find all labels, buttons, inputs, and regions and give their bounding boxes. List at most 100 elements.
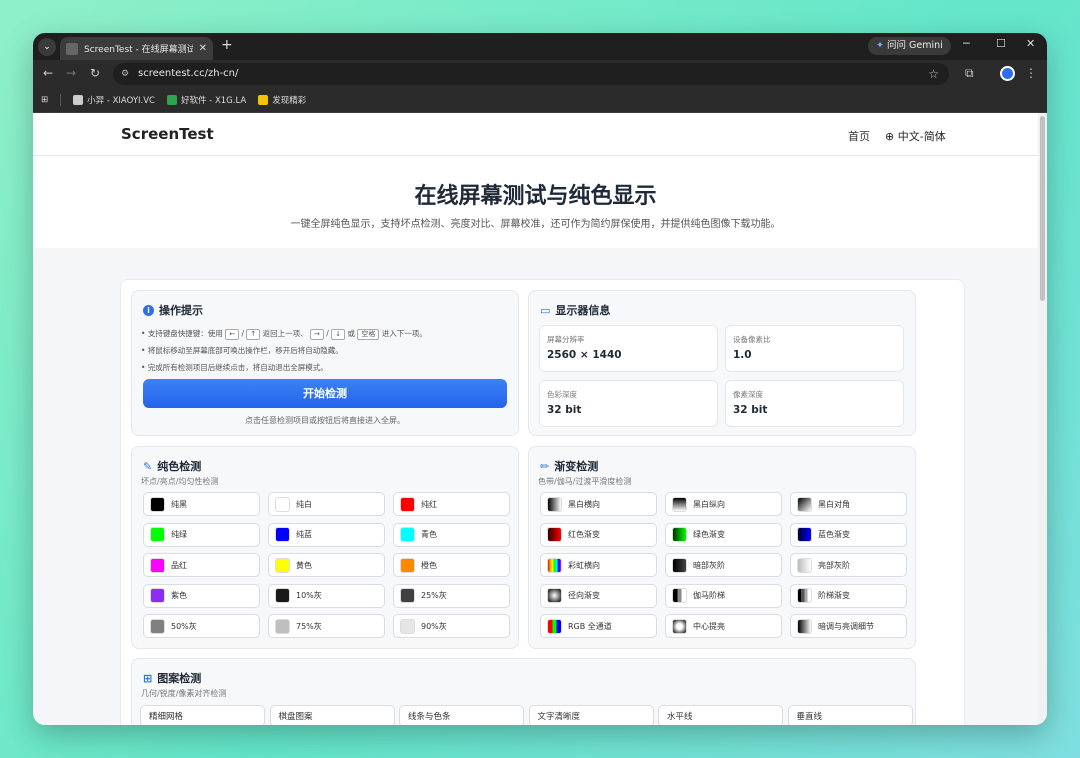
monitor-icon: ▭: [540, 303, 551, 317]
reload-icon[interactable]: ↻: [90, 66, 100, 80]
language-selector[interactable]: ⊕ 中文-简体: [885, 128, 946, 144]
gradient-button[interactable]: 绿色渐变: [665, 522, 782, 547]
bookmark-item[interactable]: 发现精彩: [258, 94, 306, 106]
solid-color-button[interactable]: 90%灰: [393, 614, 510, 638]
bookmark-favicon-icon: [258, 95, 269, 105]
new-tab-icon[interactable]: +: [221, 37, 233, 53]
bookmarks-bar: ⊞ 小羿 - XIAOYI.VC 好软件 - X1G.LA 发现精彩: [33, 88, 1047, 113]
solid-color-button[interactable]: 50%灰: [143, 614, 260, 638]
solid-color-button[interactable]: 纯蓝: [268, 522, 385, 547]
solid-color-button[interactable]: 紫色: [143, 583, 260, 608]
gemini-button[interactable]: ✦ 问问 Gemini: [868, 37, 951, 55]
solid-color-label: 黄色: [296, 560, 312, 570]
gradient-button[interactable]: 径向渐变: [540, 583, 657, 608]
solid-color-label: 10%灰: [296, 591, 322, 600]
gradient-button[interactable]: 彩虹横向: [540, 553, 657, 577]
solid-color-swatch: [400, 618, 415, 634]
pattern-button[interactable]: 精细网格: [140, 705, 265, 725]
close-tab-icon[interactable]: ✕: [199, 43, 207, 54]
globe-icon: ⊕: [885, 130, 895, 143]
bookmark-item[interactable]: 小羿 - XIAOYI.VC: [73, 94, 155, 106]
gradient-button[interactable]: 亮部灰阶: [790, 553, 907, 577]
nav-home-link[interactable]: 首页: [848, 128, 870, 144]
solid-color-swatch: [400, 527, 415, 542]
url-text: screentest.cc/zh-cn/: [138, 68, 239, 79]
gradient-swatch: [547, 588, 562, 603]
solid-color-button[interactable]: 纯红: [393, 492, 510, 516]
pixel-ratio-info: 设备像素比 1.0: [725, 325, 904, 372]
gradient-button[interactable]: RGB 全通道: [540, 614, 657, 638]
pattern-button[interactable]: 水平线: [658, 705, 783, 725]
maximize-icon[interactable]: ☐: [996, 37, 1006, 50]
solid-color-button[interactable]: 品红: [143, 553, 260, 577]
pattern-button[interactable]: 棋盘图案: [269, 705, 395, 725]
bookmark-star-icon[interactable]: ☆: [928, 63, 939, 85]
solid-color-button[interactable]: 纯黑: [143, 492, 260, 516]
gradient-swatch: [672, 557, 687, 573]
site-logo[interactable]: ScreenTest: [121, 125, 214, 143]
tab-search-icon[interactable]: ⌄: [38, 38, 56, 56]
gradient-swatch: [547, 496, 562, 512]
grid-icon: ⊞: [143, 671, 153, 685]
gradient-label: 彩虹横向: [568, 560, 600, 570]
gradient-button[interactable]: 红色渐变: [540, 522, 657, 547]
profile-avatar[interactable]: [1000, 66, 1015, 81]
tab-title: ScreenTest - 在线屏幕测试、纯: [84, 45, 193, 55]
solid-color-button[interactable]: 纯白: [268, 492, 385, 516]
tab-active[interactable]: ScreenTest - 在线屏幕测试、纯 ✕: [60, 37, 213, 60]
gradient-swatch: [672, 496, 687, 512]
bookmark-item[interactable]: 好软件 - X1G.LA: [166, 94, 246, 106]
apps-icon[interactable]: ⊞: [41, 95, 48, 105]
minimize-icon[interactable]: ─: [963, 37, 970, 50]
menu-icon[interactable]: ⋮: [1025, 66, 1037, 80]
solid-color-button[interactable]: 10%灰: [268, 583, 385, 608]
solid-color-button[interactable]: 青色: [393, 522, 510, 547]
gradient-label: 红色渐变: [568, 530, 600, 539]
scrollbar-thumb[interactable]: [1040, 116, 1045, 301]
gradient-swatch: [547, 527, 562, 542]
close-window-icon[interactable]: ✕: [1026, 37, 1035, 50]
gradient-button[interactable]: 伽马阶梯: [665, 583, 782, 608]
gradient-button[interactable]: 黑白纵向: [665, 492, 782, 516]
forward-icon[interactable]: →: [66, 66, 76, 80]
bookmark-favicon-icon: [166, 95, 177, 105]
gradient-swatch: [797, 527, 812, 542]
gradient-button[interactable]: 黑白对角: [790, 492, 907, 516]
hero: 在线屏幕测试与纯色显示 一键全屏纯色显示，支持坏点检测、亮度对比、屏幕校准，还可…: [33, 156, 1038, 248]
page-title: 在线屏幕测试与纯色显示: [414, 184, 657, 209]
monitor-title: 显示器信息: [555, 304, 611, 317]
solid-color-button[interactable]: 75%灰: [268, 614, 385, 638]
scrollbar[interactable]: [1038, 113, 1047, 725]
pattern-button[interactable]: 线条与色条: [399, 705, 524, 725]
solid-color-button[interactable]: 黄色: [268, 553, 385, 577]
site-info-icon[interactable]: ⚙: [121, 63, 129, 85]
gradient-button[interactable]: 蓝色渐变: [790, 522, 907, 547]
solid-color-label: 纯黑: [171, 499, 187, 509]
color-depth-info: 色彩深度 32 bit: [539, 380, 718, 427]
gradient-label: 亮部灰阶: [818, 560, 850, 570]
solid-color-button[interactable]: 25%灰: [393, 583, 510, 608]
pattern-button[interactable]: 垂直线: [787, 705, 913, 725]
down-arrow-key-icon: ↓: [331, 329, 346, 340]
gradient-label: 伽马阶梯: [693, 591, 725, 600]
solid-color-swatch: [150, 618, 165, 634]
start-test-button[interactable]: 开始检测: [143, 379, 507, 408]
solid-color-swatch: [150, 557, 165, 573]
extensions-icon[interactable]: ⧉: [965, 66, 974, 81]
solid-color-swatch: [275, 496, 290, 512]
solid-color-button[interactable]: 橙色: [393, 553, 510, 577]
gradient-label: 黑白纵向: [693, 499, 725, 509]
gradient-button[interactable]: 黑白横向: [540, 492, 657, 516]
gradient-swatch: [547, 618, 562, 634]
pattern-button[interactable]: 文字清晰度: [528, 705, 654, 725]
gradient-label: 暗调与亮调细节: [818, 621, 874, 631]
tab-strip: ⌄ ScreenTest - 在线屏幕测试、纯 ✕ + ✦ 问问 Gemini …: [33, 33, 1047, 60]
back-icon[interactable]: ←: [43, 66, 53, 80]
gradient-button[interactable]: 阶梯渐变: [790, 583, 907, 608]
gradient-button[interactable]: 中心提亮: [665, 614, 782, 638]
gradient-button[interactable]: 暗调与亮调细节: [790, 614, 907, 638]
gradient-button[interactable]: 暗部灰阶: [665, 553, 782, 577]
gradient-label: 阶梯渐变: [818, 591, 850, 600]
solid-color-button[interactable]: 纯绿: [143, 522, 260, 547]
address-bar[interactable]: ⚙ screentest.cc/zh-cn/ ☆: [113, 63, 949, 85]
